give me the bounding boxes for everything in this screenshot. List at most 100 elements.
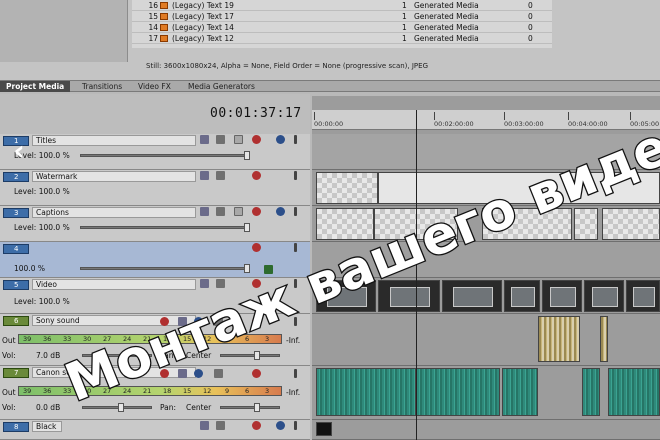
gear-icon[interactable] — [252, 369, 261, 378]
volume-slider-knob[interactable] — [138, 351, 144, 360]
fx-icon[interactable] — [216, 171, 225, 180]
fx-icon[interactable] — [216, 279, 225, 288]
solo-icon[interactable] — [294, 421, 297, 430]
pan-slider[interactable] — [220, 354, 280, 357]
fx-icon[interactable] — [216, 135, 225, 144]
lane-titles[interactable] — [312, 134, 660, 170]
track-name[interactable]: Black — [32, 421, 62, 432]
gear-icon[interactable] — [252, 279, 261, 288]
lane-sony-sound[interactable] — [312, 314, 660, 366]
motion-icon[interactable] — [200, 207, 209, 216]
tab-media-generators[interactable]: Media Generators — [182, 81, 261, 92]
caption-clip[interactable] — [602, 208, 660, 240]
solo-icon[interactable] — [294, 135, 297, 144]
lane-black[interactable] — [312, 420, 660, 440]
record-arm-icon[interactable] — [160, 317, 169, 326]
envelope-icon[interactable] — [178, 317, 187, 326]
bypass-icon[interactable] — [264, 265, 273, 274]
fx-icon[interactable] — [216, 421, 225, 430]
audio-clip[interactable] — [582, 368, 600, 416]
back-arrow-icon[interactable]: ‹ — [6, 136, 32, 166]
volume-slider[interactable] — [82, 406, 152, 409]
gear-icon[interactable] — [252, 171, 261, 180]
level-slider[interactable] — [80, 267, 248, 270]
caption-clip[interactable] — [482, 208, 572, 240]
audio-clip[interactable] — [600, 316, 608, 362]
motion-icon[interactable] — [200, 421, 209, 430]
solo-icon[interactable] — [294, 317, 297, 326]
solo-icon[interactable] — [294, 369, 297, 378]
mute-icon[interactable] — [276, 135, 285, 144]
tab-video-fx[interactable]: Video FX — [132, 81, 177, 92]
mute-icon[interactable] — [276, 207, 285, 216]
track-captions[interactable]: 3 Captions Level: 100.0 % — [0, 206, 310, 242]
list-item[interactable]: 17 (Legacy) Text 12 1 Generated Media 0 — [132, 33, 552, 44]
composite-icon[interactable] — [234, 207, 243, 216]
level-slider[interactable] — [80, 154, 248, 157]
fx-icon[interactable] — [214, 317, 223, 326]
playhead-cursor[interactable] — [416, 110, 417, 440]
track-unnamed-selected[interactable]: 4 100.0 % — [0, 242, 310, 278]
composite-icon[interactable] — [234, 135, 243, 144]
track-name[interactable]: Watermark — [32, 171, 196, 182]
tab-project-media[interactable]: Project Media — [0, 81, 71, 92]
caption-clip[interactable] — [574, 208, 598, 240]
audio-clip[interactable] — [502, 368, 538, 416]
record-arm-icon[interactable] — [160, 369, 169, 378]
pan-slider-knob[interactable] — [254, 403, 260, 412]
video-clip[interactable] — [584, 280, 624, 312]
lane-canon-sound[interactable] — [312, 366, 660, 420]
input-icon[interactable] — [194, 369, 203, 378]
list-item[interactable]: 14 (Legacy) Text 14 1 Generated Media 0 — [132, 22, 552, 33]
envelope-icon[interactable] — [178, 369, 187, 378]
watermark-clip[interactable] — [316, 172, 378, 204]
track-titles[interactable]: 1 Titles Level: 100.0 % — [0, 134, 310, 170]
timeline-ruler[interactable]: 00:00:00 00:02:00:00 00:03:00:00 00:04:0… — [312, 110, 660, 130]
solo-icon[interactable] — [294, 207, 297, 216]
track-name[interactable]: Canon sound — [32, 367, 196, 378]
video-clip[interactable] — [626, 280, 660, 312]
solo-icon[interactable] — [294, 279, 297, 288]
track-name[interactable]: Captions — [32, 207, 196, 218]
lane-video[interactable] — [312, 278, 660, 314]
track-watermark[interactable]: 2 Watermark Level: 100.0 % — [0, 170, 310, 206]
track-name[interactable]: Titles — [32, 135, 196, 146]
watermark-clip[interactable] — [378, 172, 660, 204]
gear-icon[interactable] — [252, 317, 261, 326]
gear-icon[interactable] — [252, 243, 261, 252]
audio-clip[interactable] — [316, 368, 416, 416]
video-clip[interactable] — [504, 280, 540, 312]
lane-unnamed[interactable] — [312, 242, 660, 278]
black-clip[interactable] — [316, 422, 332, 436]
audio-clip[interactable] — [608, 368, 660, 416]
track-name[interactable]: Video — [32, 279, 196, 290]
audio-clip[interactable] — [416, 368, 500, 416]
fx-icon[interactable] — [214, 369, 223, 378]
media-tree[interactable] — [0, 0, 128, 62]
track-canon-sound[interactable]: 7 Canon sound Out 39 36 33 30 27 24 21 1… — [0, 366, 310, 420]
gear-icon[interactable] — [252, 421, 261, 430]
pan-slider-knob[interactable] — [254, 351, 260, 360]
audio-clip[interactable] — [538, 316, 580, 362]
lane-captions[interactable] — [312, 206, 660, 242]
volume-slider-knob[interactable] — [118, 403, 124, 412]
list-item[interactable]: 15 (Legacy) Text 17 1 Generated Media 0 — [132, 11, 552, 22]
lane-watermark[interactable] — [312, 170, 660, 206]
video-clip[interactable] — [378, 280, 440, 312]
pan-slider[interactable] — [220, 406, 280, 409]
level-slider-knob[interactable] — [244, 223, 250, 232]
video-clip[interactable] — [316, 280, 376, 312]
input-icon[interactable] — [194, 317, 203, 326]
video-clip[interactable] — [542, 280, 582, 312]
fx-icon[interactable] — [216, 207, 225, 216]
motion-icon[interactable] — [200, 279, 209, 288]
video-clip[interactable] — [442, 280, 502, 312]
gear-icon[interactable] — [252, 207, 261, 216]
solo-icon[interactable] — [294, 243, 297, 252]
level-slider[interactable] — [80, 226, 248, 229]
level-slider-knob[interactable] — [244, 264, 250, 273]
solo-icon[interactable] — [294, 171, 297, 180]
caption-clip[interactable] — [316, 208, 374, 240]
motion-icon[interactable] — [200, 135, 209, 144]
timeline[interactable]: 00:00:00 00:02:00:00 00:03:00:00 00:04:0… — [312, 96, 660, 440]
